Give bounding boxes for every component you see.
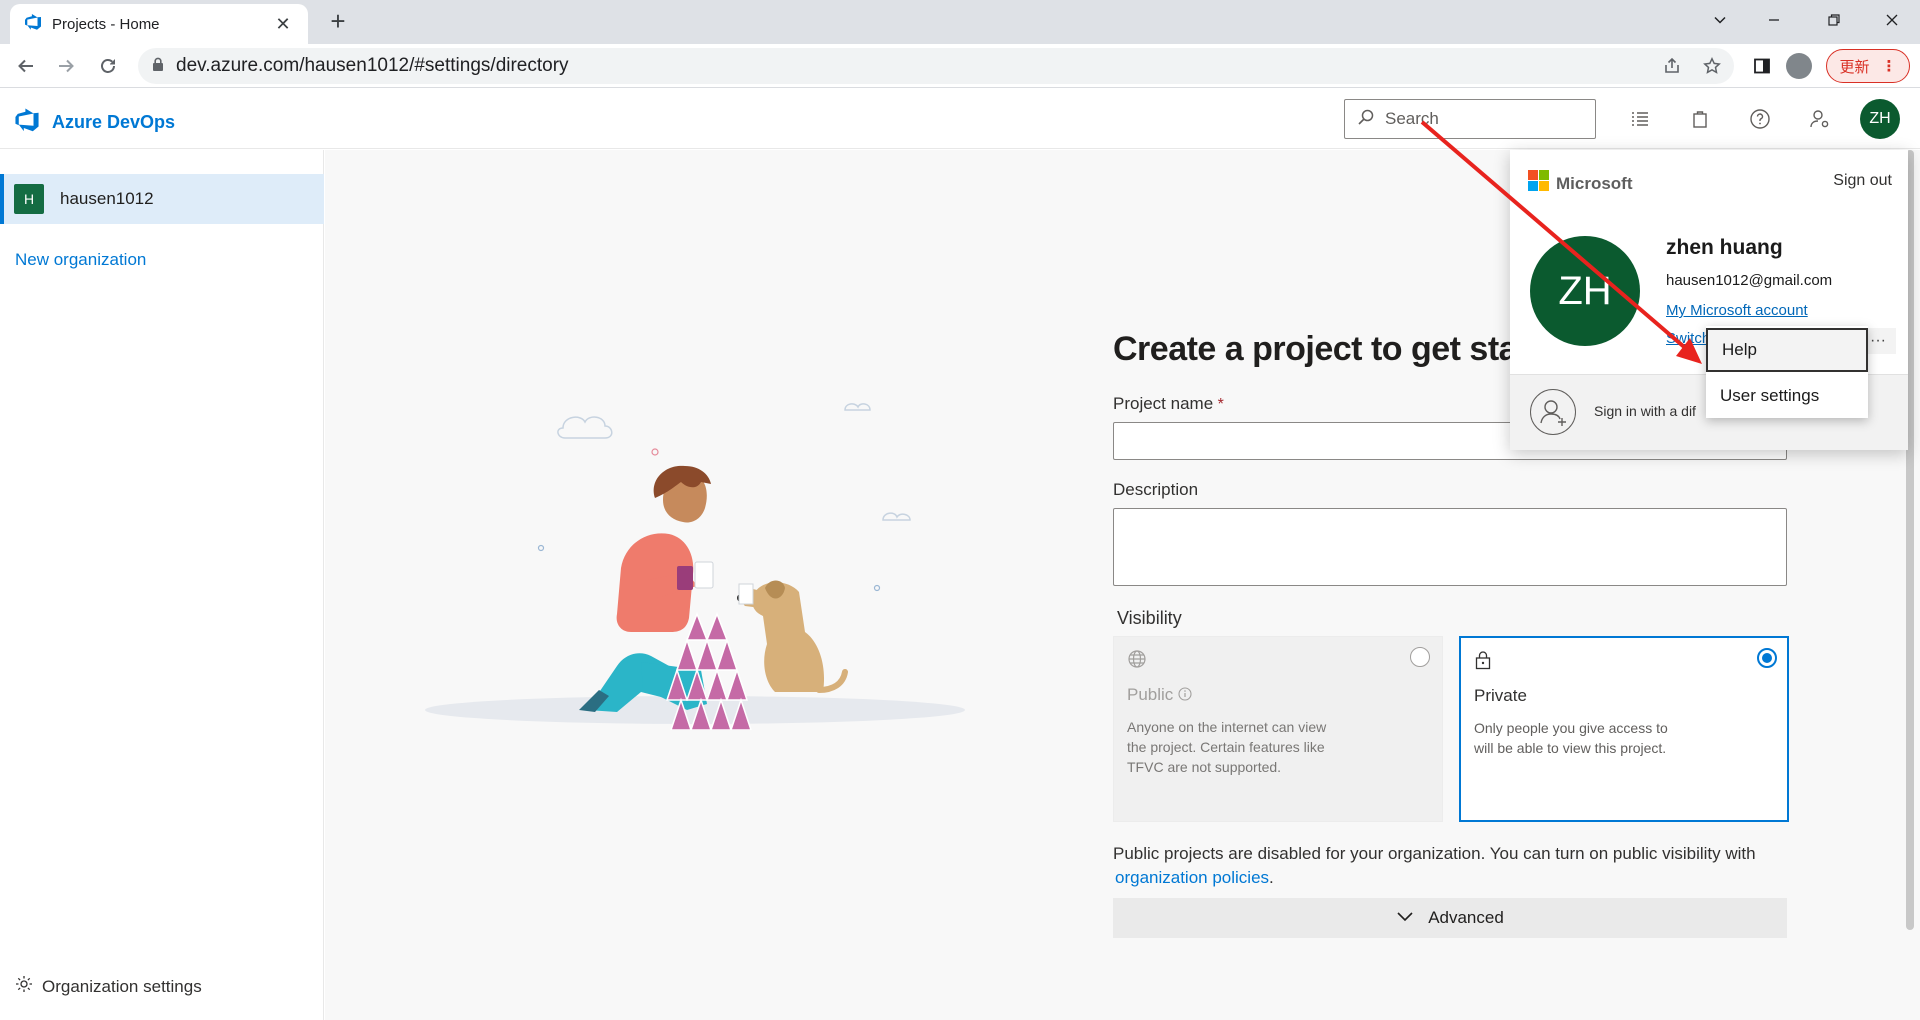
org-name: hausen1012	[60, 189, 154, 208]
description-field: Description	[1113, 480, 1787, 586]
browser-profile-avatar-icon[interactable]	[1786, 53, 1812, 79]
public-description: Anyone on the internet can view the proj…	[1127, 719, 1327, 775]
microsoft-logo: Microsoft	[1528, 170, 1633, 197]
help-icon[interactable]	[1744, 103, 1776, 135]
lock-icon	[152, 57, 164, 76]
update-label: 更新	[1839, 58, 1870, 76]
brand-link[interactable]: Azure DevOps	[14, 107, 175, 138]
gear-icon	[14, 974, 34, 999]
close-window-icon[interactable]	[1864, 0, 1920, 40]
org-avatar: H	[14, 184, 44, 214]
account-large-avatar: ZH	[1530, 236, 1640, 346]
organization-item[interactable]: H hausen1012	[0, 174, 324, 224]
my-microsoft-account-link[interactable]: My Microsoft account	[1666, 302, 1808, 319]
radio-selected-dot-icon	[1762, 653, 1772, 663]
public-disabled-note: Public projects are disabled for your or…	[1113, 842, 1793, 890]
new-organization-link[interactable]: New organization	[15, 250, 146, 270]
organization-settings-link[interactable]: Organization settings	[14, 974, 202, 999]
address-bar[interactable]: dev.azure.com/hausen1012/#settings/direc…	[138, 48, 1734, 84]
card-house-illustration	[415, 330, 975, 731]
note-end: .	[1269, 868, 1274, 887]
project-name-label: Project name	[1113, 394, 1214, 413]
description-label: Description	[1113, 480, 1199, 499]
globe-icon	[1127, 649, 1147, 674]
note-text: Public projects are disabled for your or…	[1113, 844, 1756, 863]
share-icon[interactable]	[1656, 50, 1688, 82]
public-radio[interactable]	[1410, 647, 1430, 667]
public-title: Public	[1127, 685, 1174, 704]
work-items-list-icon[interactable]	[1624, 103, 1656, 135]
account-email: hausen1012@gmail.com	[1666, 272, 1833, 289]
info-icon	[1178, 686, 1192, 706]
close-tab-icon[interactable]: ✕	[272, 14, 294, 35]
browser-toolbar: dev.azure.com/hausen1012/#settings/direc…	[0, 44, 1920, 88]
reload-icon[interactable]	[92, 50, 124, 82]
search-icon	[1357, 108, 1375, 131]
lock-icon	[1475, 650, 1491, 675]
menu-item-help[interactable]: Help	[1706, 328, 1868, 372]
browser-tab[interactable]: Projects - Home ✕	[10, 4, 308, 44]
back-icon[interactable]	[10, 50, 42, 82]
update-button[interactable]: 更新 ⋮	[1826, 49, 1910, 83]
private-radio[interactable]	[1757, 648, 1777, 668]
organization-policies-link[interactable]: organization policies	[1115, 868, 1269, 887]
microsoft-four-squares-icon	[1528, 170, 1550, 197]
organization-settings-label: Organization settings	[42, 976, 202, 996]
ado-header: Azure DevOps Search ZH	[0, 89, 1920, 149]
search-input[interactable]: Search	[1344, 99, 1596, 139]
marketplace-bag-icon[interactable]	[1684, 103, 1716, 135]
public-visibility-card[interactable]: Public Anyone on the internet can view t…	[1113, 636, 1443, 822]
bookmark-star-icon[interactable]	[1696, 50, 1728, 82]
private-description: Only people you give access to will be a…	[1474, 720, 1668, 756]
required-marker: *	[1217, 396, 1224, 413]
private-visibility-card[interactable]: Private Only people you give access to w…	[1459, 636, 1789, 822]
tab-search-chevron-icon[interactable]	[1692, 0, 1748, 40]
description-textarea[interactable]	[1113, 508, 1787, 586]
menu-item-user-settings[interactable]: User settings	[1706, 374, 1868, 418]
search-placeholder: Search	[1385, 109, 1439, 128]
kebab-menu-icon: ⋮	[1881, 58, 1897, 75]
microsoft-wordmark: Microsoft	[1556, 173, 1633, 193]
switch-directory-link[interactable]: Switch	[1666, 330, 1710, 347]
visibility-label: Visibility	[1117, 608, 1182, 628]
azure-devops-favicon-icon	[24, 13, 42, 36]
advanced-label: Advanced	[1428, 908, 1504, 927]
brand-name: Azure DevOps	[52, 112, 176, 132]
side-panel-icon[interactable]	[1746, 50, 1778, 82]
tab-title: Projects - Home	[52, 15, 160, 33]
more-options-menu: Help User settings	[1706, 326, 1868, 418]
sign-out-link[interactable]: Sign out	[1833, 172, 1892, 190]
new-tab-icon[interactable]: +	[322, 6, 354, 38]
forward-icon[interactable]	[50, 50, 82, 82]
organizations-pane: H hausen1012 New organization Organizati…	[0, 150, 324, 1020]
add-account-icon	[1530, 389, 1576, 435]
visibility-options: Public Anyone on the internet can view t…	[1113, 636, 1793, 826]
private-title: Private	[1474, 686, 1527, 705]
minimize-icon[interactable]	[1746, 0, 1802, 40]
restore-icon[interactable]	[1806, 0, 1862, 40]
user-settings-icon[interactable]	[1804, 103, 1836, 135]
browser-tabstrip: Projects - Home ✕ +	[0, 0, 1920, 44]
public-title-row: Public	[1127, 685, 1192, 706]
azure-devops-logo-icon	[14, 107, 40, 138]
account-name: zhen huang	[1666, 236, 1783, 259]
chevron-down-icon	[1396, 908, 1414, 928]
account-avatar[interactable]: ZH	[1860, 99, 1900, 139]
url-text: dev.azure.com/hausen1012/#settings/direc…	[176, 55, 569, 76]
advanced-toggle-button[interactable]: Advanced	[1113, 898, 1787, 938]
sign-in-other-text: Sign in with a dif	[1594, 403, 1696, 419]
